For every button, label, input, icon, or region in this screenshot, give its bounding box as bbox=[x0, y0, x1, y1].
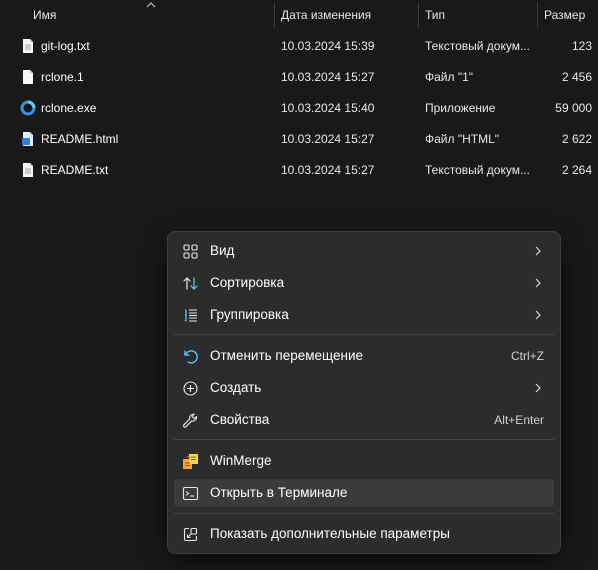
file-type: Файл "HTML" bbox=[425, 132, 500, 146]
sort-icon bbox=[183, 277, 198, 290]
file-name: git-log.txt bbox=[41, 39, 90, 53]
file-date: 10.03.2024 15:39 bbox=[281, 39, 375, 53]
menu-item-group[interactable]: Группировка bbox=[174, 301, 554, 329]
text-file-icon bbox=[23, 163, 33, 177]
file-name: README.txt bbox=[41, 163, 109, 177]
menu-item-label: Отменить перемещение bbox=[210, 348, 364, 363]
add-circle-icon bbox=[183, 381, 198, 396]
wrench-icon bbox=[183, 413, 198, 428]
menu-item-winmerge[interactable]: WinMerge bbox=[174, 447, 554, 475]
column-divider[interactable] bbox=[274, 2, 275, 28]
file-size: 2 456 bbox=[561, 70, 592, 84]
file-row[interactable]: git-log.txt 10.03.2024 15:39 Текстовый д… bbox=[10, 31, 598, 62]
menu-item-properties[interactable]: Свойства Alt+Enter bbox=[174, 406, 554, 434]
chevron-right-icon bbox=[535, 383, 541, 393]
column-divider[interactable] bbox=[537, 2, 538, 28]
menu-separator bbox=[174, 439, 554, 440]
column-size[interactable]: Размер bbox=[544, 0, 598, 30]
file-name: rclone.exe bbox=[41, 101, 97, 115]
file-size: 59 000 bbox=[555, 101, 592, 115]
shortcut-label: Ctrl+Z bbox=[511, 349, 544, 363]
terminal-icon bbox=[182, 486, 199, 501]
menu-item-label: Вид bbox=[210, 243, 235, 258]
file-date: 10.03.2024 15:27 bbox=[281, 163, 375, 177]
column-date[interactable]: Дата изменения bbox=[281, 0, 416, 30]
file-row[interactable]: rclone.exe 10.03.2024 15:40 Приложение 5… bbox=[10, 93, 598, 124]
menu-item-label: Показать дополнительные параметры bbox=[210, 526, 450, 541]
file-row[interactable]: README.html 10.03.2024 15:27 Файл "HTML"… bbox=[10, 124, 598, 155]
chevron-right-icon bbox=[535, 278, 541, 288]
menu-item-sort[interactable]: Сортировка bbox=[174, 269, 554, 297]
file-type: Файл "1" bbox=[425, 70, 474, 84]
text-file-icon bbox=[23, 39, 33, 53]
menu-item-label: Сортировка bbox=[210, 275, 285, 290]
group-list-icon bbox=[185, 309, 197, 322]
context-menu: Вид Сортировка Группировка Отменить пере… bbox=[167, 231, 561, 554]
file-size: 2 264 bbox=[561, 163, 592, 177]
column-divider[interactable] bbox=[418, 2, 419, 28]
undo-icon bbox=[184, 350, 198, 364]
menu-separator bbox=[174, 513, 554, 514]
grid-view-icon bbox=[183, 244, 198, 259]
file-type: Текстовый докум... bbox=[425, 39, 530, 53]
file-date: 10.03.2024 15:27 bbox=[281, 70, 375, 84]
file-size: 2 622 bbox=[561, 132, 592, 146]
menu-item-show-more[interactable]: Показать дополнительные параметры bbox=[174, 520, 554, 548]
file-type: Приложение bbox=[425, 101, 496, 115]
open-external-icon bbox=[183, 527, 198, 542]
column-type[interactable]: Тип bbox=[425, 0, 535, 30]
chevron-right-icon bbox=[535, 246, 541, 256]
menu-item-terminal[interactable]: Открыть в Терминале bbox=[174, 479, 554, 507]
file-row[interactable]: rclone.1 10.03.2024 15:27 Файл "1" 2 456 bbox=[10, 62, 598, 93]
column-header: Имя Дата изменения Тип Размер bbox=[0, 0, 598, 30]
menu-item-label: WinMerge bbox=[210, 453, 272, 468]
rclone-app-icon bbox=[20, 100, 36, 116]
menu-separator bbox=[174, 334, 554, 335]
winmerge-icon bbox=[183, 454, 198, 469]
menu-item-view[interactable]: Вид bbox=[174, 237, 554, 265]
menu-item-label: Группировка bbox=[210, 307, 289, 322]
menu-item-label: Создать bbox=[210, 380, 262, 395]
file-row[interactable]: README.txt 10.03.2024 15:27 Текстовый до… bbox=[10, 155, 598, 186]
generic-file-icon bbox=[23, 70, 33, 84]
shortcut-label: Alt+Enter bbox=[494, 413, 544, 427]
menu-item-label: Свойства bbox=[210, 412, 270, 427]
file-name: rclone.1 bbox=[41, 70, 84, 84]
file-name: README.html bbox=[41, 132, 119, 146]
menu-item-label: Открыть в Терминале bbox=[210, 485, 348, 500]
column-name[interactable]: Имя bbox=[33, 0, 273, 30]
html-file-icon bbox=[22, 132, 33, 146]
file-type: Текстовый докум... bbox=[425, 163, 530, 177]
menu-item-undo[interactable]: Отменить перемещение Ctrl+Z bbox=[174, 342, 554, 370]
file-date: 10.03.2024 15:27 bbox=[281, 132, 375, 146]
file-size: 123 bbox=[571, 39, 592, 53]
file-date: 10.03.2024 15:40 bbox=[281, 101, 375, 115]
menu-item-create[interactable]: Создать bbox=[174, 374, 554, 402]
chevron-right-icon bbox=[535, 310, 541, 320]
